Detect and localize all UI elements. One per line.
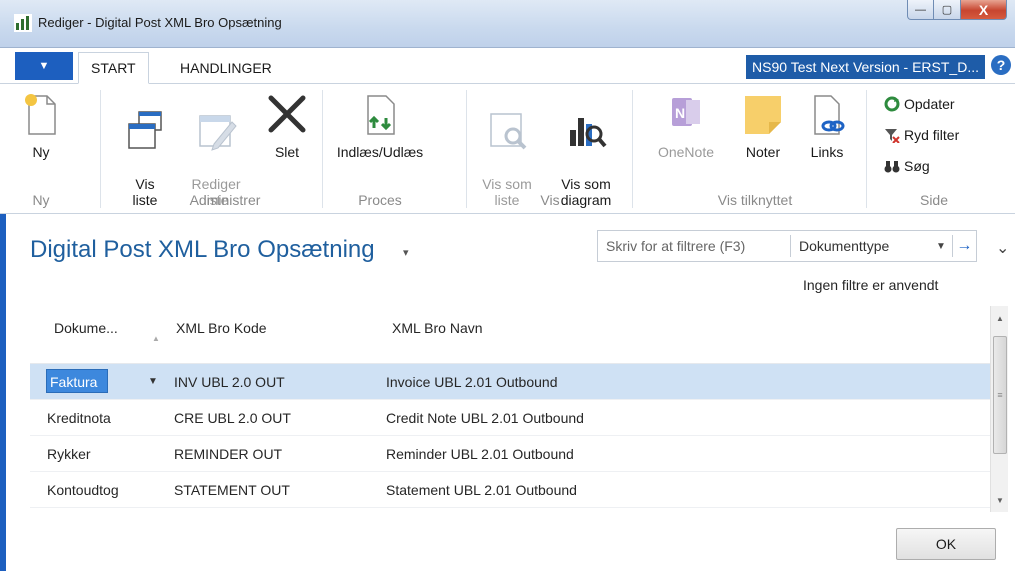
cell-name[interactable]: Credit Note UBL 2.01 Outbound [386,410,584,426]
onenote-icon: N [672,98,700,126]
new-document-icon [25,94,56,135]
group-label-ny: Ny [32,192,50,208]
page-title-menu-caret[interactable]: ▾ [403,246,409,259]
sort-ascending-icon: ▲ [152,334,160,343]
ribbon-separator [100,90,101,208]
cell-name[interactable]: Reminder UBL 2.01 Outbound [386,446,574,462]
view-list-icon [128,111,162,149]
group-label-proces: Proces [358,192,402,208]
group-label-vis-tilknyttet: Vis tilknyttet [717,192,793,208]
links-button[interactable]: Links [800,92,854,160]
ribbon-separator [466,90,467,208]
cell-type[interactable]: Kontoudtog [47,482,119,498]
ribbon: Ny Ny Vis liste Rediger liste Slet Admin… [0,84,1015,214]
ribbon-separator [866,90,867,208]
search-label: Søg [904,158,930,174]
table-row[interactable]: Kreditnota CRE UBL 2.0 OUT Credit Note U… [30,400,990,436]
window-controls: — ▢ X [907,0,1007,20]
help-icon[interactable]: ? [991,55,1011,75]
company-selector[interactable]: NS90 Test Next Version - ERST_D... [746,55,985,79]
grid-header: Dokume... ▲ XML Bro Kode XML Bro Navn [30,306,990,364]
view-as-chart-icon [570,118,607,148]
vertical-scrollbar[interactable]: ▲ ≡ ▼ [990,306,1008,512]
cell-type[interactable]: Rykker [47,446,91,462]
cell-code[interactable]: CRE UBL 2.0 OUT [174,410,291,426]
filter-search-input[interactable]: Skriv for at filtrere (F3) [598,235,791,257]
delete-label: Slet [274,144,300,160]
scroll-down-arrow-icon[interactable]: ▼ [991,492,1009,508]
links-label: Links [810,144,844,160]
page-title: Digital Post XML Bro Opsætning [30,236,375,263]
filter-status-text: Ingen filtre er anvendt [803,277,939,293]
import-export-label: Indlæs/Udlæs [336,144,424,160]
cell-type[interactable]: Kreditnota [47,410,111,426]
window-titlebar[interactable]: Rediger - Digital Post XML Bro Opsætning… [0,0,1015,48]
filter-field-selector[interactable]: Dokumenttype [791,238,936,254]
view-list-button[interactable]: Vis liste [118,92,172,208]
records-grid: Dokume... ▲ XML Bro Kode XML Bro Navn Fa… [30,306,990,512]
notes-icon [745,96,781,134]
application-menu-button[interactable]: ▼ [15,52,73,80]
cell-code[interactable]: STATEMENT OUT [174,482,290,498]
row-dropdown-icon[interactable]: ▼ [148,376,158,387]
view-as-list-button[interactable]: Vis som liste [476,92,538,208]
import-export-button[interactable]: Indlæs/Udlæs [330,92,430,160]
nav-app-icon [14,14,32,32]
clear-filter-button[interactable]: Ryd filter [884,127,959,143]
window-title: Rediger - Digital Post XML Bro Opsætning [38,15,282,30]
dokumenttype-field-editing[interactable]: Faktura [46,369,108,393]
table-row[interactable]: Faktura ▼ INV UBL 2.0 OUT Invoice UBL 2.… [30,364,990,400]
links-icon [814,95,845,135]
cell-code[interactable]: REMINDER OUT [174,446,282,462]
refresh-label: Opdater [904,96,955,112]
tab-handlinger[interactable]: HANDLINGER [168,52,284,84]
scroll-up-arrow-icon[interactable]: ▲ [991,310,1009,326]
apply-filter-arrow-icon[interactable]: → [951,235,976,257]
refresh-icon [884,96,900,112]
refresh-button[interactable]: Opdater [884,96,955,112]
edit-list-icon [199,115,237,151]
column-header-xml-bro-kode[interactable]: XML Bro Kode [176,320,267,336]
collapse-chevron-icon[interactable]: ⌄ [996,238,1009,258]
ribbon-separator [632,90,633,208]
column-header-dokumenttype[interactable]: Dokume... [54,320,118,336]
cell-name[interactable]: Statement UBL 2.01 Outbound [386,482,577,498]
search-button[interactable]: Søg [884,158,930,174]
group-label-side: Side [919,192,949,208]
ribbon-separator [322,90,323,208]
table-row[interactable]: Rykker REMINDER OUT Reminder UBL 2.01 Ou… [30,436,990,472]
notes-label: Noter [745,144,781,160]
filter-pane: Skriv for at filtrere (F3) Dokumenttype … [597,230,977,262]
filter-field-dropdown-icon[interactable]: ▼ [936,241,946,252]
tab-start[interactable]: START [78,52,149,84]
table-row[interactable]: Kontoudtog STATEMENT OUT Statement UBL 2… [30,472,990,508]
import-export-icon [367,95,395,135]
ok-button[interactable]: OK [896,528,996,560]
svg-text:N: N [675,105,685,121]
delete-button[interactable]: Slet [260,92,314,160]
view-as-chart-button[interactable]: Vis som diagram [552,92,620,208]
group-label-administrer: Administrer [189,192,261,208]
view-as-list-icon [490,113,527,150]
maximize-button[interactable]: ▢ [934,0,961,20]
delete-x-icon [268,95,306,133]
cell-code[interactable]: INV UBL 2.0 OUT [174,374,285,390]
binoculars-icon [884,161,900,173]
ribbon-tabs: ▼ START HANDLINGER NS90 Test Next Versio… [0,48,1015,84]
clear-filter-label: Ryd filter [904,127,960,143]
cell-name[interactable]: Invoice UBL 2.01 Outbound [386,374,558,390]
scrollbar-thumb[interactable]: ≡ [993,336,1007,454]
new-button[interactable]: Ny [14,92,68,160]
group-label-vis: Vis [540,192,560,208]
minimize-button[interactable]: — [907,0,934,20]
onenote-label: OneNote [657,144,715,160]
close-button[interactable]: X [961,0,1007,20]
new-button-label: Ny [32,144,50,160]
onenote-button[interactable]: N OneNote [648,92,724,160]
column-header-xml-bro-navn[interactable]: XML Bro Navn [392,320,483,336]
clear-filter-icon [885,129,900,143]
edit-list-button[interactable]: Rediger liste [184,92,248,208]
notes-button[interactable]: Noter [736,92,790,160]
